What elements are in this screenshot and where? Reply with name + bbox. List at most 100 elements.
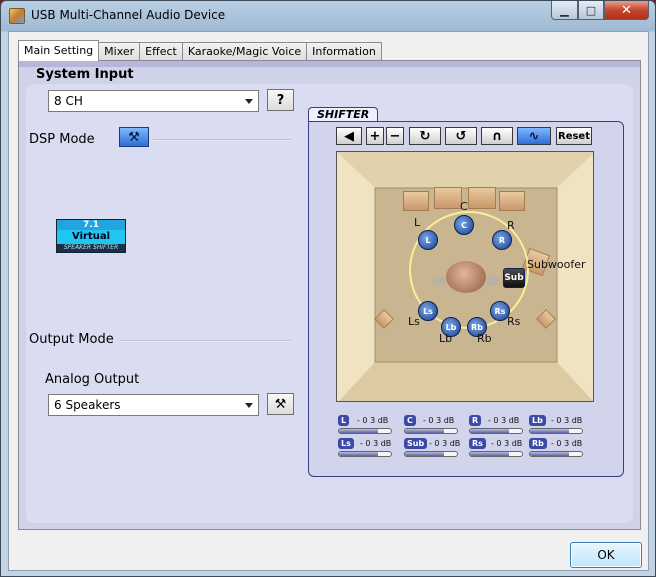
zoom-in-button[interactable]: + [366,127,384,145]
inner-panel: 8 CH ? DSP Mode ⚒ 7.1 Virtual SPEAKER SH… [26,84,633,523]
dsp-mode-settings-button[interactable]: ⚒ [119,127,149,147]
speaker-sub[interactable]: Sub [503,268,525,288]
dsp-mode-divider [153,139,291,141]
analog-output-settings-button[interactable]: ⚒ [267,393,294,415]
badge-middle-text: Virtual [57,230,125,244]
level-db-rb: - 0 3 dB [551,439,583,448]
level-slider-l[interactable] [338,428,392,434]
dialog-client: Main Setting Mixer Effect Karaoke/Magic … [8,31,649,571]
listener-head [446,261,486,293]
wave-icon: ∿ [528,128,540,144]
front-right-speaker-box [499,191,525,211]
level-meter-rb[interactable]: Rb - 0 3 dB [529,438,593,458]
level-channel-lb: Lb [529,415,546,426]
ok-button[interactable]: OK [570,542,642,568]
level-channel-r: R [469,415,482,426]
level-fill-c [405,429,444,433]
close-button[interactable]: ✕ [604,1,649,20]
speaker-mute-icon: ◀︎ [344,128,354,144]
level-db-lb: - 0 3 dB [551,416,583,425]
window-title: USB Multi-Channel Audio Device [31,8,226,22]
virtual-speaker-shifter-badge[interactable]: 7.1 Virtual SPEAKER SHIFTER [56,219,126,253]
speaker-room-view[interactable]: L L C C R R Sub Subwoofer Ls Ls Lb Lb Rb… [336,151,594,402]
analog-output-select[interactable]: 6 Speakers [48,394,259,416]
speaker-r[interactable]: R [492,230,512,250]
speaker-l[interactable]: L [418,230,438,250]
badge-bottom-text: SPEAKER SHIFTER [63,244,119,251]
maximize-icon: □ [585,3,597,17]
analog-output-label: Analog Output [45,372,140,387]
level-db-ls: - 0 3 dB [360,439,392,448]
level-fill-r [470,429,509,433]
hammer-icon: ⚒ [128,129,140,145]
title-bar[interactable]: USB Multi-Channel Audio Device ▁ □ ✕ [1,1,655,31]
maximize-button[interactable]: □ [578,1,604,20]
rotate-clockwise-icon: ↻ [419,128,431,144]
subwoofer-label: Subwoofer [527,258,586,271]
dsp-mode-label: DSP Mode [29,132,95,147]
headphone-test-button[interactable]: ∩ [481,127,513,145]
speaker-r-label: R [507,219,515,232]
chevron-down-icon [245,99,253,104]
system-input-select[interactable]: 8 CH [48,90,259,112]
speaker-l-label: L [414,216,421,229]
tab-karaoke-magic-voice[interactable]: Karaoke/Magic Voice [181,42,308,61]
shifter-panel: ◀︎ + − ↻ ↺ ∩ ∿ Reset L L C C R R Sub Sub… [308,121,624,477]
wave-test-button[interactable]: ∿ [517,127,551,145]
center-right-speaker-box [468,187,496,209]
main-window: USB Multi-Channel Audio Device ▁ □ ✕ Mai… [0,0,656,577]
tab-strip: Main Setting Mixer Effect Karaoke/Magic … [18,40,382,61]
rotate-counterclockwise-icon: ↺ [455,128,467,144]
system-input-label: System Input [36,67,134,82]
tab-mixer[interactable]: Mixer [98,42,141,61]
level-slider-sub[interactable] [404,451,458,457]
level-meter-lb[interactable]: Lb - 0 3 dB [529,415,593,435]
help-button[interactable]: ? [267,89,294,111]
level-meter-c[interactable]: C - 0 3 dB [404,415,464,435]
rotate-left-button[interactable]: ↺ [445,127,477,145]
minimize-button[interactable]: ▁ [551,1,578,20]
level-slider-rb[interactable] [529,451,583,457]
level-slider-ls[interactable] [338,451,392,457]
zoom-out-button[interactable]: − [386,127,404,145]
level-slider-c[interactable] [404,428,458,434]
minus-icon: − [389,128,401,144]
level-db-r: - 0 3 dB [488,416,520,425]
level-fill-sub [405,452,444,456]
tab-information[interactable]: Information [306,42,382,61]
level-fill-rb [530,452,569,456]
speaker-c-label: C [460,200,468,213]
speaker-c[interactable]: C [454,215,474,235]
level-db-rs: - 0 3 dB [491,439,523,448]
output-mode-label: Output Mode [29,332,114,347]
level-slider-lb[interactable] [529,428,583,434]
level-channel-rs: Rs [469,438,486,449]
center-speaker-box [434,187,462,209]
front-left-speaker-box [403,191,429,211]
tab-main-setting[interactable]: Main Setting [18,40,100,61]
level-meter-sub[interactable]: Sub - 0 3 dB [404,438,464,458]
level-slider-r[interactable] [469,428,523,434]
level-meter-rs[interactable]: Rs - 0 3 dB [469,438,529,458]
level-meter-l[interactable]: L - 0 3 dB [338,415,398,435]
level-fill-ls [339,452,378,456]
level-db-c: - 0 3 dB [423,416,455,425]
tab-effect[interactable]: Effect [139,42,183,61]
close-icon: ✕ [621,2,632,18]
speaker-rb-label: Rb [477,332,492,345]
mute-button[interactable]: ◀︎ [336,127,362,145]
system-input-value: 8 CH [54,94,83,108]
level-meter-ls[interactable]: Ls - 0 3 dB [338,438,398,458]
level-channel-c: C [404,415,416,426]
speaker-ls[interactable]: Ls [418,301,438,321]
analog-output-value: 6 Speakers [54,398,121,412]
app-icon [9,8,25,24]
speaker-ls-label: Ls [408,315,420,328]
level-meter-r[interactable]: R - 0 3 dB [469,415,529,435]
reset-button[interactable]: Reset [556,127,592,145]
rotate-right-button[interactable]: ↻ [409,127,441,145]
hammer-icon: ⚒ [274,396,287,412]
chevron-down-icon [245,403,253,408]
shifter-tab[interactable]: SHIFTER [308,107,379,121]
level-slider-rs[interactable] [469,451,523,457]
